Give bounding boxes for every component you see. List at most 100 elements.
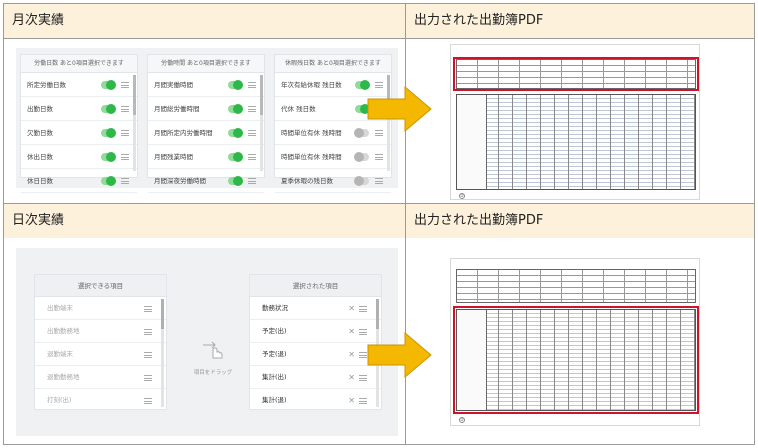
drag-handle-icon[interactable] xyxy=(359,398,367,404)
item-label: 勤務状況 xyxy=(262,304,288,312)
highlight-box xyxy=(453,57,699,91)
list-item: 休日日数 xyxy=(21,169,137,193)
item-label: 出勤勤務地 xyxy=(47,327,80,335)
remove-icon[interactable]: ✕ xyxy=(348,297,355,320)
item-label: 欠勤日数 xyxy=(27,129,53,137)
remove-icon[interactable]: ✕ xyxy=(348,320,355,343)
item-label: 退勤端末 xyxy=(47,350,73,358)
item-label: 集計(出) xyxy=(262,373,287,381)
toggle-switch[interactable] xyxy=(228,80,243,90)
list-item[interactable]: 退勤端末 xyxy=(35,343,166,366)
item-label: 月間深夜労働時間 xyxy=(154,177,206,185)
item-label: 夏季休暇の残日数 xyxy=(281,177,333,185)
comparison-table: 月次実績 出力された出勤簿PDF 日次実績 出力された出勤簿PDF 労働日数 あ… xyxy=(3,3,755,445)
remove-icon[interactable]: ✕ xyxy=(348,366,355,389)
drag-handle-icon[interactable] xyxy=(144,352,152,358)
scrollbar[interactable] xyxy=(161,299,164,407)
item-label: 集計(退) xyxy=(262,396,287,404)
list-item: 月間実働時間 xyxy=(148,73,264,97)
toggle-switch[interactable] xyxy=(228,128,243,138)
available-items-list: 選択できる項目 出勤端末 出勤勤務地 退勤端末 退勤勤務地 打刻(出) xyxy=(34,274,167,412)
item-label: 所定労働日数 xyxy=(27,81,66,89)
item-label: 予定(出) xyxy=(262,327,287,335)
item-label: 退勤勤務地 xyxy=(47,373,80,381)
toggle-switch[interactable] xyxy=(228,152,243,162)
list-item: 出勤日数 xyxy=(21,97,137,121)
list-item: 月間深夜労働時間 xyxy=(148,169,264,193)
output-section-header: 出力された出勤簿PDF xyxy=(406,204,754,238)
column-header: 労働日数 あと0項目選択できます xyxy=(21,55,137,73)
drag-hint-text: 項目をドラッグ xyxy=(193,370,233,376)
item-label: 月間残業時間 xyxy=(154,153,193,161)
toggle-switch[interactable] xyxy=(101,128,116,138)
item-label: 月間所定内労働時間 xyxy=(154,129,213,137)
list-item[interactable]: 出勤端末 xyxy=(35,297,166,320)
list-item[interactable]: 集計(退) ✕ xyxy=(250,389,381,412)
scrollbar[interactable] xyxy=(133,75,136,171)
drag-handle-icon[interactable] xyxy=(121,178,129,184)
item-label: 時間単位有休 残時間 xyxy=(281,129,342,137)
drag-handle-icon[interactable] xyxy=(248,130,256,136)
list-item[interactable]: 出勤勤務地 xyxy=(35,320,166,343)
toggle-switch[interactable] xyxy=(354,152,369,162)
toggle-switch[interactable] xyxy=(101,176,116,186)
arrow-right-icon xyxy=(367,86,432,132)
page-number-mark: ② xyxy=(459,417,465,423)
item-label: 時間単位有休 残時間 xyxy=(281,153,342,161)
toggle-switch[interactable] xyxy=(228,176,243,186)
monthly-column: 労働時間 あと0項目選択できます 月間実働時間 月間総労働時間 月間所定内労働時… xyxy=(147,54,265,193)
scrollbar[interactable] xyxy=(260,75,263,171)
drag-handle-icon[interactable] xyxy=(144,306,152,312)
drag-hint-area: 項目をドラッグ xyxy=(178,340,248,376)
list-item: 月間残業時間 xyxy=(148,145,264,169)
row-divider xyxy=(4,38,754,39)
list-item[interactable]: 勤務状況 ✕ xyxy=(250,297,381,320)
drag-handle-icon[interactable] xyxy=(248,154,256,160)
drag-handle-icon[interactable] xyxy=(248,178,256,184)
pdf-daily-table xyxy=(456,309,696,411)
remove-icon[interactable]: ✕ xyxy=(348,343,355,366)
item-label: 月間実働時間 xyxy=(154,81,193,89)
drag-handle-icon[interactable] xyxy=(144,375,152,381)
drag-handle-icon[interactable] xyxy=(248,82,256,88)
drag-handle-icon[interactable] xyxy=(375,178,383,184)
list-header: 選択できる項目 xyxy=(35,275,166,297)
drag-handle-icon[interactable] xyxy=(359,375,367,381)
toggle-switch[interactable] xyxy=(101,80,116,90)
toggle-switch[interactable] xyxy=(101,152,116,162)
toggle-switch[interactable] xyxy=(228,104,243,114)
drag-handle-icon[interactable] xyxy=(121,106,129,112)
list-item: 夏季休暇の残日数 xyxy=(275,169,391,193)
list-item[interactable]: 予定(退) ✕ xyxy=(250,343,381,366)
column-header: 休暇残日数 あと0項目選択できます xyxy=(275,55,391,73)
toggle-switch[interactable] xyxy=(101,104,116,114)
drag-handle-icon[interactable] xyxy=(359,329,367,335)
remove-icon[interactable]: ✕ xyxy=(348,389,355,412)
drag-handle-icon[interactable] xyxy=(121,154,129,160)
item-label: 出勤端末 xyxy=(47,304,73,312)
item-label: 予定(退) xyxy=(262,350,287,358)
arrow-right-icon xyxy=(367,332,432,378)
attendance-pdf-preview: ② xyxy=(450,44,700,200)
list-item[interactable]: 打刻(出) xyxy=(35,389,166,412)
list-item[interactable]: 予定(出) ✕ xyxy=(250,320,381,343)
toggle-switch[interactable] xyxy=(354,176,369,186)
list-item[interactable]: 退勤勤務地 xyxy=(35,366,166,389)
column-header: 労働時間 あと0項目選択できます xyxy=(148,55,264,73)
item-label: 代休 残日数 xyxy=(281,105,316,113)
drag-handle-icon[interactable] xyxy=(121,82,129,88)
list-item: 月間総労働時間 xyxy=(148,97,264,121)
drag-hand-icon xyxy=(203,341,223,359)
drag-handle-icon[interactable] xyxy=(248,106,256,112)
drag-handle-icon[interactable] xyxy=(359,352,367,358)
drag-handle-icon[interactable] xyxy=(144,329,152,335)
drag-handle-icon[interactable] xyxy=(144,398,152,404)
item-label: 打刻(出) xyxy=(47,396,72,404)
daily-settings-panel: 選択できる項目 出勤端末 出勤勤務地 退勤端末 退勤勤務地 打刻(出) 項目をド… xyxy=(16,248,398,436)
drag-handle-icon[interactable] xyxy=(359,306,367,312)
list-item[interactable]: 集計(出) ✕ xyxy=(250,366,381,389)
list-item: 月間所定内労働時間 xyxy=(148,121,264,145)
drag-handle-icon[interactable] xyxy=(121,130,129,136)
drag-handle-icon[interactable] xyxy=(375,154,383,160)
monthly-column: 労働日数 あと0項目選択できます 所定労働日数 出勤日数 欠勤日数 休出日数 休… xyxy=(20,54,138,193)
